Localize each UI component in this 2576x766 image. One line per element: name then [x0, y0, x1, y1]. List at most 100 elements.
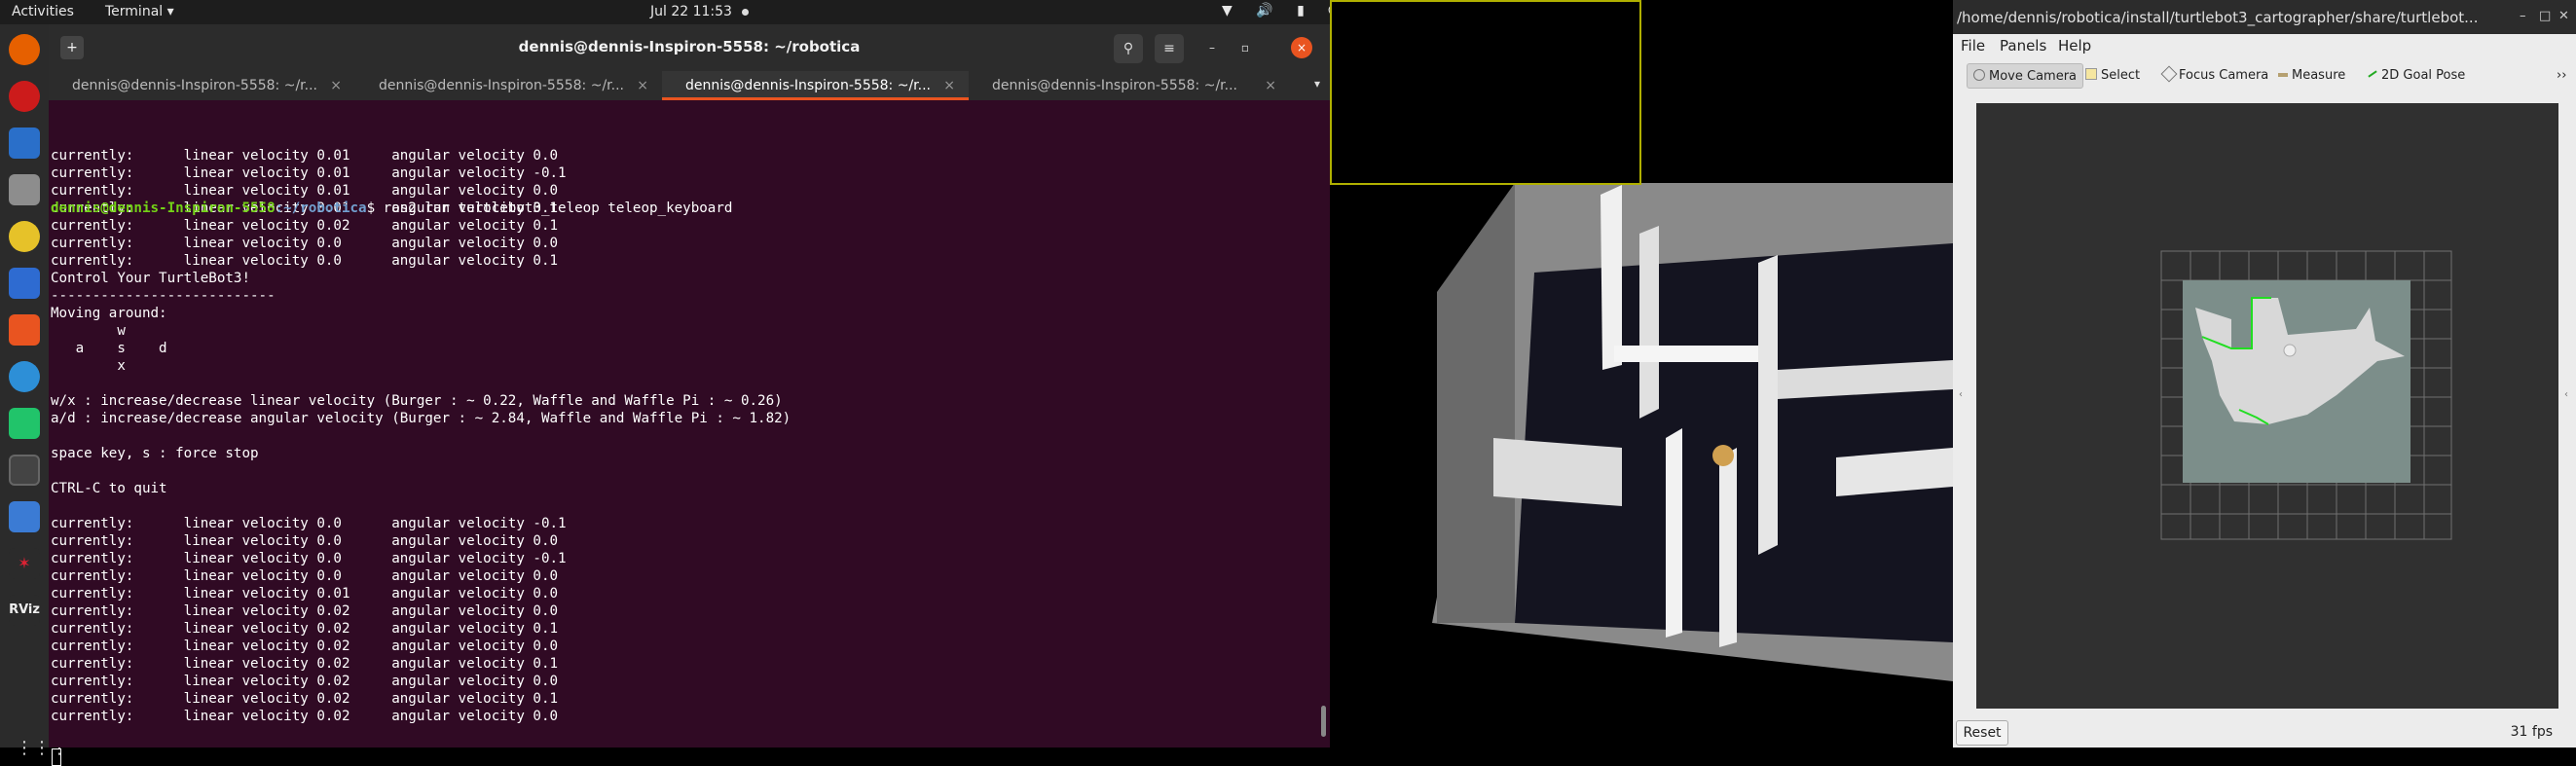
prompt-line: dennis@dennis-Inspiron-5558:~/robotica$ …: [51, 200, 1316, 217]
rviz-toolbar: Move Camera Select Focus Camera Measure …: [1953, 58, 2576, 93]
terminal-line: w: [51, 323, 126, 339]
files-icon[interactable]: [9, 174, 40, 205]
terminal-line: currently: linear velocity 0.01 angular …: [51, 183, 559, 199]
gazebo-camera-inset[interactable]: [1330, 0, 1641, 185]
terminal-line: Control Your TurtleBot3!: [51, 271, 250, 286]
tab-close-icon[interactable]: ×: [330, 71, 342, 100]
terminal-tab[interactable]: dennis@dennis-Inspiron-5558: ~/r... ×: [969, 71, 1290, 100]
tool-label: Measure: [2292, 68, 2346, 83]
minimize-icon[interactable]: –: [1201, 37, 1223, 58]
tabs-menu-icon[interactable]: ▾: [1314, 77, 1320, 91]
terminal-output[interactable]: currently: linear velocity 0.01 angular …: [51, 112, 1316, 724]
terminal-line: a s d: [51, 341, 167, 356]
maze-wall: [1666, 428, 1682, 638]
rviz-title: /home/dennis/robotica/install/turtlebot3…: [1957, 9, 2479, 26]
text-editor-icon[interactable]: [9, 501, 40, 532]
prompt-path: :~/robotica: [275, 201, 367, 216]
tool-move-camera[interactable]: Move Camera: [1967, 63, 2084, 89]
terminal-line: currently: linear velocity 0.0 angular v…: [51, 533, 559, 549]
terminal-line: currently: linear velocity 0.02 angular …: [51, 621, 559, 637]
rhythmbox-icon[interactable]: [9, 221, 40, 252]
pycharm-icon[interactable]: [9, 408, 40, 439]
text-cursor: [52, 748, 61, 766]
terminal-line: currently: linear velocity 0.0 angular v…: [51, 551, 567, 566]
gazebo-view[interactable]: [1330, 0, 1953, 748]
terminal-line: Moving around:: [51, 306, 167, 321]
firefox-icon[interactable]: [9, 34, 40, 65]
terminal-line: currently: linear velocity 0.02 angular …: [51, 218, 559, 234]
rviz-menubar: File Panels Help: [1953, 34, 2576, 57]
terminal-line: currently: linear velocity 0.0 angular v…: [51, 236, 559, 251]
terminal-line: CTRL-C to quit: [51, 481, 167, 496]
maximize-icon[interactable]: □: [2539, 9, 2551, 23]
prompt-command: $ ros2 run turtlebot3_teleop teleop_keyb…: [366, 201, 733, 216]
activities-button[interactable]: Activities: [12, 4, 74, 19]
terminal-tab[interactable]: dennis@dennis-Inspiron-5558: ~/r... ×: [49, 71, 355, 100]
terminal-titlebar: + dennis@dennis-Inspiron-5558: ~/robotic…: [49, 24, 1330, 71]
search-icon[interactable]: ⚲: [1114, 34, 1143, 63]
menu-panels[interactable]: Panels: [2000, 37, 2046, 55]
maximize-icon[interactable]: ▫: [1234, 37, 1256, 58]
software-icon[interactable]: [9, 314, 40, 346]
opera-icon[interactable]: [9, 81, 40, 112]
terminal-tab-active[interactable]: dennis@dennis-Inspiron-5558: ~/r... ×: [662, 71, 969, 100]
measure-icon: [2278, 73, 2288, 77]
rviz-titlebar: /home/dennis/robotica/install/turtlebot3…: [1953, 0, 2576, 34]
left-panel-handle-icon[interactable]: ‹: [1959, 389, 1967, 400]
rviz-3d-viewport[interactable]: [1976, 103, 2558, 709]
menu-help[interactable]: Help: [2058, 37, 2091, 55]
tool-measure[interactable]: Measure: [2272, 63, 2351, 89]
toolbar-more-icon[interactable]: ››: [2551, 63, 2572, 89]
terminal-line: space key, s : force stop: [51, 446, 259, 461]
tab-close-icon[interactable]: ×: [637, 71, 648, 100]
maze-wall: [1614, 346, 1763, 362]
writer-icon[interactable]: [9, 268, 40, 299]
dock: ✶ RViz ⋮⋮⋮: [0, 24, 68, 758]
rviz-icon[interactable]: RViz: [9, 595, 40, 626]
tab-label: dennis@dennis-Inspiron-5558: ~/r...: [992, 78, 1237, 93]
rviz-statusbar: Reset 31 fps: [1953, 718, 2576, 748]
steam-icon[interactable]: [9, 128, 40, 159]
tab-label: dennis@dennis-Inspiron-5558: ~/r...: [379, 78, 624, 93]
tool-select[interactable]: Select: [2079, 63, 2146, 89]
terminal-line: currently: linear velocity 0.02 angular …: [51, 603, 559, 619]
terminal-line: x: [51, 358, 126, 374]
terminal-line: currently: linear velocity 0.02 angular …: [51, 674, 559, 689]
terminal-line: currently: linear velocity 0.0 angular v…: [51, 516, 567, 531]
tool-focus-camera[interactable]: Focus Camera: [2157, 63, 2274, 89]
tab-close-icon[interactable]: ×: [1265, 71, 1276, 100]
terminal-tab[interactable]: dennis@dennis-Inspiron-5558: ~/r... ×: [355, 71, 662, 100]
focus-camera-icon: [2160, 65, 2178, 83]
help-icon[interactable]: [9, 361, 40, 392]
tab-label: dennis@dennis-Inspiron-5558: ~/r...: [72, 78, 317, 93]
clock[interactable]: Jul 22 11:53: [650, 4, 732, 19]
terminal-tabs: dennis@dennis-Inspiron-5558: ~/r... × de…: [49, 71, 1330, 100]
right-panel-handle-icon[interactable]: ‹: [2564, 389, 2572, 400]
menu-file[interactable]: File: [1961, 37, 1985, 55]
arrow-icon: [2368, 70, 2377, 78]
tool-label: 2D Goal Pose: [2381, 68, 2466, 83]
ros-icon[interactable]: ✶: [9, 548, 40, 579]
minimize-icon[interactable]: –: [2520, 9, 2526, 23]
terminal-line: currently: linear velocity 0.02 angular …: [51, 656, 559, 672]
terminal-line: currently: linear velocity 0.02 angular …: [51, 691, 559, 707]
menu-icon[interactable]: ≡: [1155, 34, 1184, 63]
tab-close-icon[interactable]: ×: [943, 71, 955, 100]
terminal-window: + dennis@dennis-Inspiron-5558: ~/robotic…: [49, 24, 1330, 766]
select-icon: [2085, 68, 2097, 80]
reset-button[interactable]: Reset: [1956, 720, 2008, 746]
terminal-line: currently: linear velocity 0.01 angular …: [51, 165, 567, 181]
close-icon[interactable]: ✕: [2558, 9, 2569, 23]
terminal-line: currently: linear velocity 0.01 angular …: [51, 148, 559, 164]
tool-2d-goal-pose[interactable]: 2D Goal Pose: [2362, 63, 2471, 89]
app-menu-button[interactable]: Terminal ▾: [105, 4, 174, 19]
tool-label: Move Camera: [1989, 69, 2078, 84]
terminal-line: currently: linear velocity 0.01 angular …: [51, 586, 559, 602]
scrollbar[interactable]: [1321, 706, 1326, 737]
terminal-icon[interactable]: [9, 455, 40, 486]
close-icon[interactable]: ×: [1291, 37, 1312, 58]
